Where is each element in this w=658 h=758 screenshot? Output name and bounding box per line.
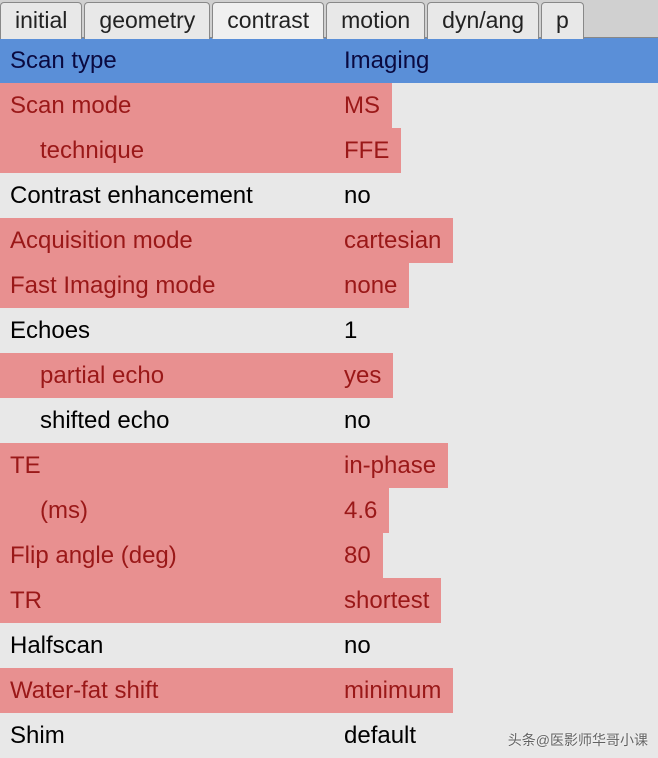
label-technique: technique [0,128,340,173]
value-te[interactable]: in-phase [340,443,448,488]
value-scan-type[interactable]: Imaging [340,38,441,83]
row-scan-type[interactable]: Scan type Imaging [0,38,658,83]
tab-dyn-ang[interactable]: dyn/ang [427,2,539,39]
label-tr: TR [0,578,340,623]
label-flip-angle: Flip angle (deg) [0,533,340,578]
parameter-table: Scan type Imaging Scan mode MS technique… [0,38,658,758]
tab-bar: initial geometry contrast motion dyn/ang… [0,0,658,38]
row-te[interactable]: TE in-phase [0,443,658,488]
row-tr[interactable]: TR shortest [0,578,658,623]
tab-geometry[interactable]: geometry [84,2,210,39]
row-water-fat-shift[interactable]: Water-fat shift minimum [0,668,658,713]
value-water-fat-shift[interactable]: minimum [340,668,453,713]
label-acquisition-mode: Acquisition mode [0,218,340,263]
row-contrast-enhancement[interactable]: Contrast enhancement no [0,173,658,218]
tab-motion[interactable]: motion [326,2,425,39]
row-scan-mode[interactable]: Scan mode MS [0,83,658,128]
value-technique[interactable]: FFE [340,128,401,173]
value-scan-mode[interactable]: MS [340,83,392,128]
label-partial-echo: partial echo [0,353,340,398]
row-partial-echo[interactable]: partial echo yes [0,353,658,398]
label-scan-mode: Scan mode [0,83,340,128]
label-water-fat-shift: Water-fat shift [0,668,340,713]
row-acquisition-mode[interactable]: Acquisition mode cartesian [0,218,658,263]
label-shim: Shim [0,713,340,758]
row-fast-imaging-mode[interactable]: Fast Imaging mode none [0,263,658,308]
label-halfscan: Halfscan [0,623,340,668]
value-fast-imaging-mode[interactable]: none [340,263,409,308]
value-flip-angle[interactable]: 80 [340,533,383,578]
value-halfscan[interactable]: no [340,623,383,668]
row-te-ms[interactable]: (ms) 4.6 [0,488,658,533]
label-echoes: Echoes [0,308,340,353]
tab-initial[interactable]: initial [0,2,82,39]
value-echoes[interactable]: 1 [340,308,369,353]
tab-contrast[interactable]: contrast [212,2,324,39]
value-contrast-enhancement[interactable]: no [340,173,383,218]
value-acquisition-mode[interactable]: cartesian [340,218,453,263]
tab-p[interactable]: p [541,2,584,39]
row-technique[interactable]: technique FFE [0,128,658,173]
row-echoes[interactable]: Echoes 1 [0,308,658,353]
value-shim[interactable]: default [340,713,428,758]
label-te-ms: (ms) [0,488,340,533]
label-scan-type: Scan type [0,38,340,83]
label-contrast-enhancement: Contrast enhancement [0,173,340,218]
label-fast-imaging-mode: Fast Imaging mode [0,263,340,308]
value-partial-echo[interactable]: yes [340,353,393,398]
watermark: 头条@医影师华哥小课 [508,730,648,750]
row-flip-angle[interactable]: Flip angle (deg) 80 [0,533,658,578]
value-tr[interactable]: shortest [340,578,441,623]
value-te-ms[interactable]: 4.6 [340,488,389,533]
value-shifted-echo[interactable]: no [340,398,383,443]
label-shifted-echo: shifted echo [0,398,340,443]
label-te: TE [0,443,340,488]
row-halfscan[interactable]: Halfscan no [0,623,658,668]
row-shifted-echo[interactable]: shifted echo no [0,398,658,443]
